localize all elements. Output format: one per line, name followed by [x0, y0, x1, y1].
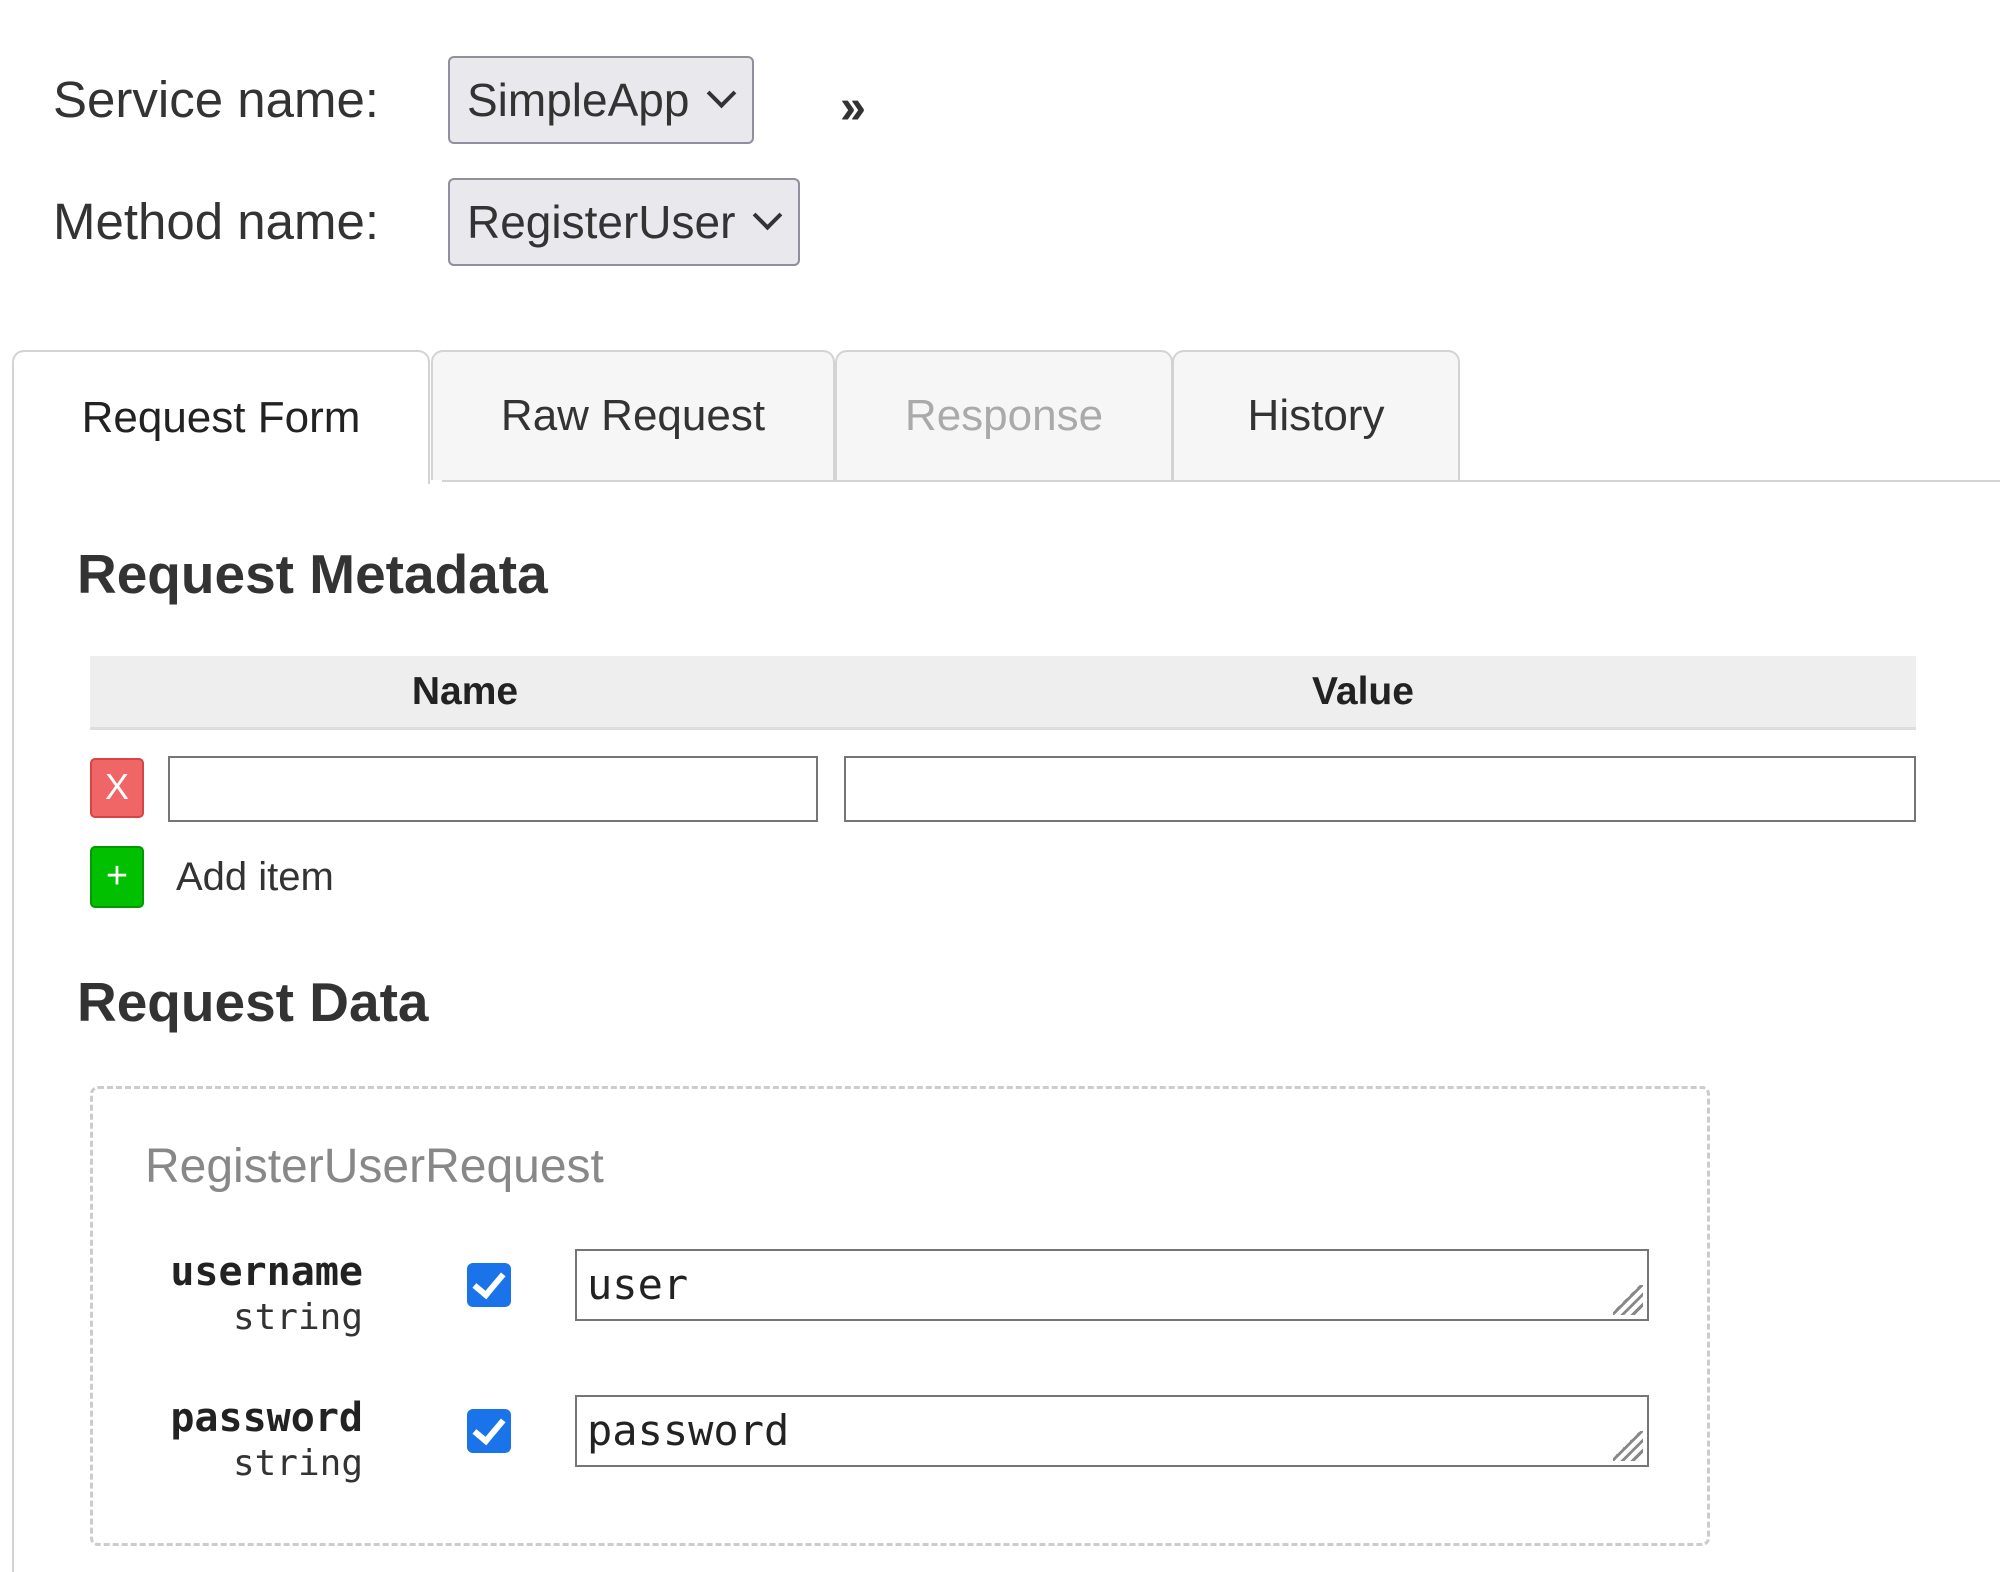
- tab-strip: Request Form Raw Request Response Histor…: [12, 350, 2000, 484]
- field-include-checkbox[interactable]: [467, 1409, 511, 1453]
- tab-request-form[interactable]: Request Form: [12, 350, 430, 484]
- request-data-title: Request Data: [77, 971, 429, 1033]
- request-metadata-title: Request Metadata: [77, 543, 548, 605]
- resize-grip-icon[interactable]: [1613, 1285, 1643, 1315]
- field-value: password: [587, 1406, 790, 1455]
- chevron-down-icon: [753, 200, 783, 230]
- message-type-label: RegisterUserRequest: [145, 1140, 604, 1193]
- column-header-value: Value: [1312, 670, 1414, 713]
- metadata-name-input[interactable]: [168, 756, 818, 822]
- tab-response: Response: [835, 350, 1173, 480]
- chevron-down-icon: [707, 78, 737, 108]
- add-item-row: + Add item: [90, 846, 334, 908]
- expand-chevrons-icon[interactable]: ››: [840, 80, 866, 136]
- metadata-table-header: Name Value: [90, 656, 1916, 730]
- field-name: username: [170, 1249, 363, 1295]
- tab-history[interactable]: History: [1172, 350, 1460, 480]
- method-name-label: Method name:: [53, 193, 380, 250]
- service-select[interactable]: SimpleApp: [448, 56, 755, 144]
- service-selector-row: Service name: SimpleApp: [53, 54, 755, 146]
- metadata-value-input[interactable]: [844, 756, 1916, 822]
- service-name-label: Service name:: [53, 71, 379, 128]
- resize-grip-icon[interactable]: [1613, 1431, 1643, 1461]
- field-type: string: [232, 1443, 363, 1484]
- field-row-username: username string user: [93, 1249, 1707, 1338]
- add-item-label[interactable]: Add item: [176, 855, 334, 900]
- method-select-value: RegisterUser: [467, 196, 736, 248]
- column-header-name: Name: [411, 670, 519, 713]
- method-selector-row: Method name: RegisterUser: [53, 176, 801, 268]
- field-name: password: [170, 1395, 363, 1441]
- metadata-row: X: [90, 756, 1916, 822]
- field-value: user: [587, 1260, 689, 1309]
- add-item-button[interactable]: +: [90, 846, 144, 908]
- field-type: string: [232, 1297, 363, 1338]
- method-select[interactable]: RegisterUser: [448, 178, 801, 266]
- tab-raw-request[interactable]: Raw Request: [431, 350, 835, 480]
- remove-item-button[interactable]: X: [90, 758, 144, 818]
- password-textarea[interactable]: password: [575, 1395, 1649, 1467]
- request-data-box: RegisterUserRequest username string user…: [90, 1086, 1710, 1546]
- request-form-panel: Request Metadata Name Value X + Add item…: [12, 480, 2000, 1572]
- field-row-password: password string password: [93, 1395, 1707, 1484]
- service-select-value: SimpleApp: [467, 74, 690, 126]
- field-include-checkbox[interactable]: [467, 1263, 511, 1307]
- username-textarea[interactable]: user: [575, 1249, 1649, 1321]
